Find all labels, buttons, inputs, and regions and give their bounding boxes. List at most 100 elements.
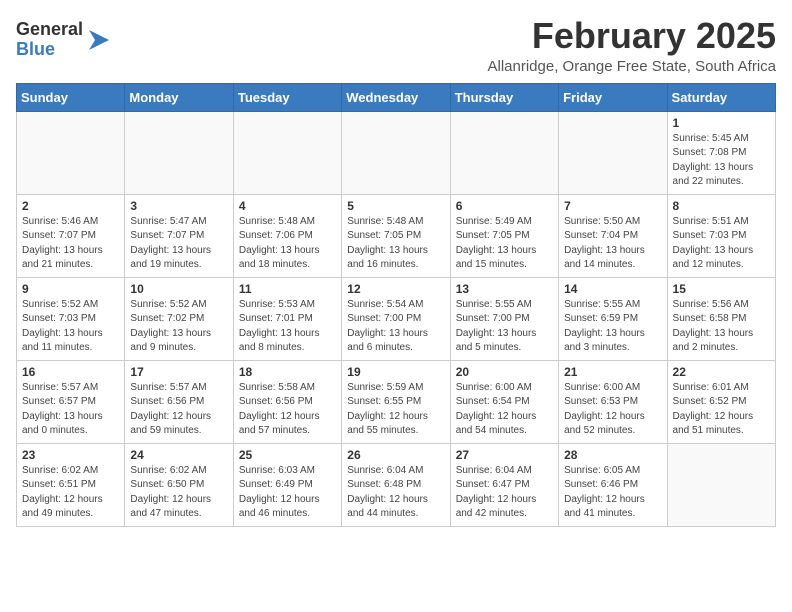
logo: General Blue <box>16 20 113 60</box>
table-row <box>342 111 450 194</box>
day-number: 7 <box>564 199 661 213</box>
day-number: 9 <box>22 282 119 296</box>
day-info: Sunrise: 6:02 AM Sunset: 6:51 PM Dayligh… <box>22 464 119 522</box>
col-thursday: Thursday <box>450 83 558 111</box>
table-row: 17 Sunrise: 5:57 AM Sunset: 6:56 PM Dayli… <box>125 360 233 443</box>
day-info: Sunrise: 5:58 AM Sunset: 6:56 PM Dayligh… <box>239 381 336 439</box>
day-info: Sunrise: 5:49 AM Sunset: 7:05 PM Dayligh… <box>456 215 553 273</box>
col-friday: Friday <box>559 83 667 111</box>
day-number: 1 <box>673 116 770 130</box>
col-saturday: Saturday <box>667 83 775 111</box>
table-row: 10 Sunrise: 5:52 AM Sunset: 7:02 PM Dayli… <box>125 277 233 360</box>
day-info: Sunrise: 5:55 AM Sunset: 6:59 PM Dayligh… <box>564 298 661 356</box>
table-row <box>667 443 775 526</box>
table-row <box>450 111 558 194</box>
day-number: 22 <box>673 365 770 379</box>
calendar-week-row: 16Sunrise: 5:57 AM Sunset: 6:57 PM Dayli… <box>17 360 776 443</box>
table-row: 22 Sunrise: 6:01 AM Sunset: 6:52 PM Dayli… <box>667 360 775 443</box>
table-row: 8 Sunrise: 5:51 AM Sunset: 7:03 PM Daylig… <box>667 194 775 277</box>
day-info: Sunrise: 6:00 AM Sunset: 6:53 PM Dayligh… <box>564 381 661 439</box>
table-row: 28Sunrise: 6:05 AM Sunset: 6:46 PM Dayli… <box>559 443 667 526</box>
day-number: 17 <box>130 365 227 379</box>
table-row: 18Sunrise: 5:58 AM Sunset: 6:56 PM Dayli… <box>233 360 341 443</box>
day-info: Sunrise: 5:45 AM Sunset: 7:08 PM Dayligh… <box>673 132 770 190</box>
month-title: February 2025 <box>488 16 777 56</box>
day-number: 16 <box>22 365 119 379</box>
table-row: 15 Sunrise: 5:56 AM Sunset: 6:58 PM Dayli… <box>667 277 775 360</box>
day-info: Sunrise: 5:46 AM Sunset: 7:07 PM Dayligh… <box>22 215 119 273</box>
day-number: 8 <box>673 199 770 213</box>
day-info: Sunrise: 5:52 AM Sunset: 7:03 PM Dayligh… <box>22 298 119 356</box>
day-info: Sunrise: 5:56 AM Sunset: 6:58 PM Dayligh… <box>673 298 770 356</box>
table-row: 19 Sunrise: 5:59 AM Sunset: 6:55 PM Dayli… <box>342 360 450 443</box>
day-number: 26 <box>347 448 444 462</box>
day-number: 14 <box>564 282 661 296</box>
logo-general-text: General <box>16 20 83 40</box>
calendar-table: Sunday Monday Tuesday Wednesday Thursday… <box>16 83 776 527</box>
day-number: 27 <box>456 448 553 462</box>
day-info: Sunrise: 5:47 AM Sunset: 7:07 PM Dayligh… <box>130 215 227 273</box>
day-number: 3 <box>130 199 227 213</box>
day-number: 25 <box>239 448 336 462</box>
col-wednesday: Wednesday <box>342 83 450 111</box>
day-number: 10 <box>130 282 227 296</box>
table-row: 27Sunrise: 6:04 AM Sunset: 6:47 PM Dayli… <box>450 443 558 526</box>
table-row: 25 Sunrise: 6:03 AM Sunset: 6:49 PM Dayli… <box>233 443 341 526</box>
table-row: 12 Sunrise: 5:54 AM Sunset: 7:00 PM Dayli… <box>342 277 450 360</box>
col-monday: Monday <box>125 83 233 111</box>
table-row: 20 Sunrise: 6:00 AM Sunset: 6:54 PM Dayli… <box>450 360 558 443</box>
table-row: 2 Sunrise: 5:46 AM Sunset: 7:07 PM Daylig… <box>17 194 125 277</box>
day-info: Sunrise: 5:59 AM Sunset: 6:55 PM Dayligh… <box>347 381 444 439</box>
calendar-week-row: 1 Sunrise: 5:45 AM Sunset: 7:08 PM Daylig… <box>17 111 776 194</box>
table-row: 11 Sunrise: 5:53 AM Sunset: 7:01 PM Dayli… <box>233 277 341 360</box>
day-info: Sunrise: 5:57 AM Sunset: 6:56 PM Dayligh… <box>130 381 227 439</box>
table-row: 13 Sunrise: 5:55 AM Sunset: 7:00 PM Dayli… <box>450 277 558 360</box>
calendar-week-row: 23 Sunrise: 6:02 AM Sunset: 6:51 PM Dayli… <box>17 443 776 526</box>
day-info: Sunrise: 6:00 AM Sunset: 6:54 PM Dayligh… <box>456 381 553 439</box>
day-number: 21 <box>564 365 661 379</box>
day-info: Sunrise: 6:02 AM Sunset: 6:50 PM Dayligh… <box>130 464 227 522</box>
table-row: 3 Sunrise: 5:47 AM Sunset: 7:07 PM Daylig… <box>125 194 233 277</box>
day-info: Sunrise: 5:55 AM Sunset: 7:00 PM Dayligh… <box>456 298 553 356</box>
table-row: 9 Sunrise: 5:52 AM Sunset: 7:03 PM Daylig… <box>17 277 125 360</box>
day-info: Sunrise: 6:03 AM Sunset: 6:49 PM Dayligh… <box>239 464 336 522</box>
table-row: 14 Sunrise: 5:55 AM Sunset: 6:59 PM Dayli… <box>559 277 667 360</box>
day-number: 13 <box>456 282 553 296</box>
day-info: Sunrise: 6:04 AM Sunset: 6:48 PM Dayligh… <box>347 464 444 522</box>
table-row: 24Sunrise: 6:02 AM Sunset: 6:50 PM Dayli… <box>125 443 233 526</box>
day-number: 15 <box>673 282 770 296</box>
table-row: 5Sunrise: 5:48 AM Sunset: 7:05 PM Daylig… <box>342 194 450 277</box>
day-info: Sunrise: 5:51 AM Sunset: 7:03 PM Dayligh… <box>673 215 770 273</box>
table-row: 23 Sunrise: 6:02 AM Sunset: 6:51 PM Dayli… <box>17 443 125 526</box>
day-info: Sunrise: 6:05 AM Sunset: 6:46 PM Dayligh… <box>564 464 661 522</box>
day-number: 5 <box>347 199 444 213</box>
day-info: Sunrise: 5:48 AM Sunset: 7:06 PM Dayligh… <box>239 215 336 273</box>
day-info: Sunrise: 5:53 AM Sunset: 7:01 PM Dayligh… <box>239 298 336 356</box>
table-row: 16Sunrise: 5:57 AM Sunset: 6:57 PM Dayli… <box>17 360 125 443</box>
day-number: 2 <box>22 199 119 213</box>
day-number: 23 <box>22 448 119 462</box>
day-number: 19 <box>347 365 444 379</box>
table-row <box>17 111 125 194</box>
location: Allanridge, Orange Free State, South Afr… <box>488 58 777 75</box>
day-info: Sunrise: 5:50 AM Sunset: 7:04 PM Dayligh… <box>564 215 661 273</box>
day-info: Sunrise: 5:52 AM Sunset: 7:02 PM Dayligh… <box>130 298 227 356</box>
table-row <box>125 111 233 194</box>
day-info: Sunrise: 6:01 AM Sunset: 6:52 PM Dayligh… <box>673 381 770 439</box>
calendar-week-row: 2 Sunrise: 5:46 AM Sunset: 7:07 PM Daylig… <box>17 194 776 277</box>
page-header: General Blue February 2025 Allanridge, O… <box>16 16 776 75</box>
day-info: Sunrise: 5:54 AM Sunset: 7:00 PM Dayligh… <box>347 298 444 356</box>
col-sunday: Sunday <box>17 83 125 111</box>
logo-blue-text: Blue <box>16 40 83 60</box>
logo-icon <box>85 26 113 54</box>
table-row: 6Sunrise: 5:49 AM Sunset: 7:05 PM Daylig… <box>450 194 558 277</box>
table-row: 7 Sunrise: 5:50 AM Sunset: 7:04 PM Daylig… <box>559 194 667 277</box>
day-number: 4 <box>239 199 336 213</box>
day-number: 12 <box>347 282 444 296</box>
table-row: 26 Sunrise: 6:04 AM Sunset: 6:48 PM Dayli… <box>342 443 450 526</box>
day-number: 20 <box>456 365 553 379</box>
calendar-header-row: Sunday Monday Tuesday Wednesday Thursday… <box>17 83 776 111</box>
day-number: 11 <box>239 282 336 296</box>
calendar-week-row: 9 Sunrise: 5:52 AM Sunset: 7:03 PM Daylig… <box>17 277 776 360</box>
table-row: 21 Sunrise: 6:00 AM Sunset: 6:53 PM Dayli… <box>559 360 667 443</box>
